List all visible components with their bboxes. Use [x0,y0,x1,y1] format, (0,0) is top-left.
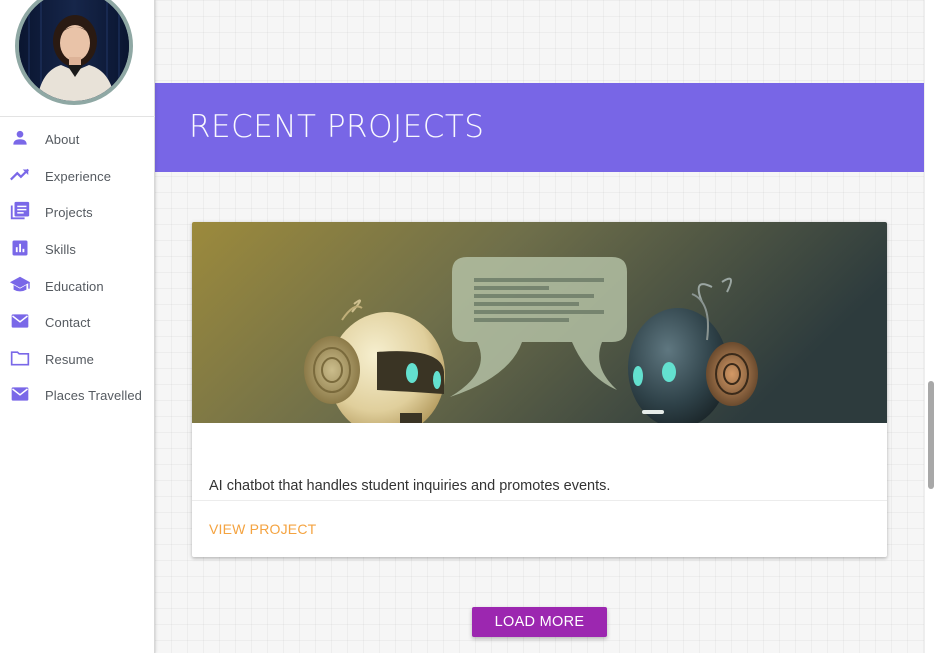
sidebar-item-contact[interactable]: Contact [0,303,155,340]
sidebar-item-label: Contact [45,315,91,331]
sidebar-item-label: About [45,132,80,148]
sidebar-item-label: Resume [45,351,95,367]
mail-icon [9,310,31,332]
sidebar: About Experience Projects Skills Educati… [0,0,155,653]
card-divider [192,500,887,501]
sidebar-item-skills[interactable]: Skills [0,230,155,267]
view-project-link[interactable]: VIEW PROJECT [209,521,316,537]
project-card: AI chatbot that handles student inquirie… [192,222,887,557]
project-description: AI chatbot that handles student inquirie… [209,478,611,494]
sidebar-item-places-travelled[interactable]: Places Travelled [0,376,155,413]
profile-header [0,0,155,117]
section-banner: RECENT PROJECTS [155,83,924,172]
sidebar-item-label: Experience [45,168,112,184]
sidebar-item-education[interactable]: Education [0,266,155,303]
sidebar-item-about[interactable]: About [0,120,155,157]
portfolio-page: About Experience Projects Skills Educati… [0,0,936,653]
graduation-cap-icon [9,274,31,296]
trending-up-icon [9,164,31,186]
sidebar-nav: About Experience Projects Skills Educati… [0,120,155,413]
main-content: RECENT PROJECTS AI chatbot that handles … [155,0,924,653]
bar-chart-icon [9,237,31,259]
sidebar-item-label: Education [45,278,104,294]
project-image [192,222,887,423]
scrollbar-thumb[interactable] [928,381,934,489]
person-icon [9,127,31,149]
avatar [15,0,133,105]
section-title: RECENT PROJECTS [189,109,485,145]
sidebar-item-label: Projects [45,205,93,221]
page-scrollbar[interactable] [924,0,936,653]
chatbot-robots-illustration [192,222,887,423]
sidebar-item-projects[interactable]: Projects [0,193,155,230]
sidebar-item-experience[interactable]: Experience [0,157,155,194]
library-books-icon [9,200,31,222]
profile-photo [19,0,129,101]
sidebar-item-label: Places Travelled [45,388,142,404]
sidebar-item-label: Skills [45,242,76,258]
folder-icon [9,347,31,369]
mail-icon [9,383,31,405]
sidebar-item-resume[interactable]: Resume [0,340,155,377]
load-more-button[interactable]: LOAD MORE [472,607,607,637]
